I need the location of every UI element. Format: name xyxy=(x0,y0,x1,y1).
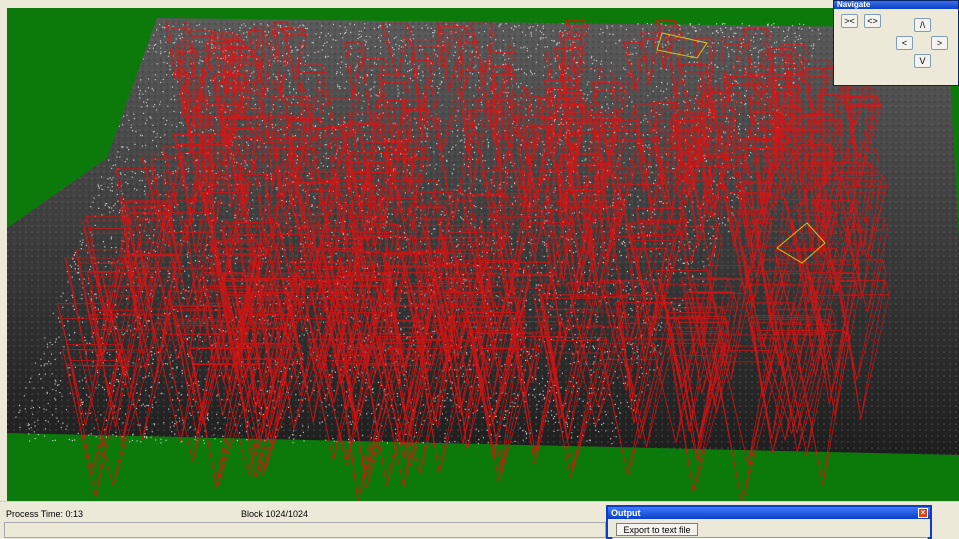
output-title: Output xyxy=(611,508,641,518)
navigate-panel: Navigate >< <> /\ < > V xyxy=(833,0,959,86)
pan-up-button[interactable]: /\ xyxy=(914,18,931,32)
zoom-out-button[interactable]: <> xyxy=(864,14,881,28)
point-cloud-scene xyxy=(7,18,959,501)
top-edge xyxy=(0,0,959,8)
pan-down-button[interactable]: V xyxy=(914,54,931,68)
output-titlebar: Output × xyxy=(608,507,930,519)
zoom-in-button[interactable]: >< xyxy=(841,14,858,28)
pan-right-button[interactable]: > xyxy=(931,36,948,50)
output-window: Output × Export to text file xyxy=(606,505,932,539)
export-to-text-file-button[interactable]: Export to text file xyxy=(616,523,698,536)
navigate-title: Navigate xyxy=(834,1,958,9)
application-window: Navigate >< <> /\ < > V Process Time: 0:… xyxy=(0,0,959,539)
process-time-label: Process Time: 0:13 xyxy=(6,509,84,519)
block-count-label: Block 1024/1024 xyxy=(241,509,309,519)
status-field xyxy=(4,522,606,538)
3d-viewport[interactable] xyxy=(7,8,959,501)
close-icon[interactable]: × xyxy=(918,508,928,518)
pan-left-button[interactable]: < xyxy=(896,36,913,50)
left-edge xyxy=(0,8,7,501)
